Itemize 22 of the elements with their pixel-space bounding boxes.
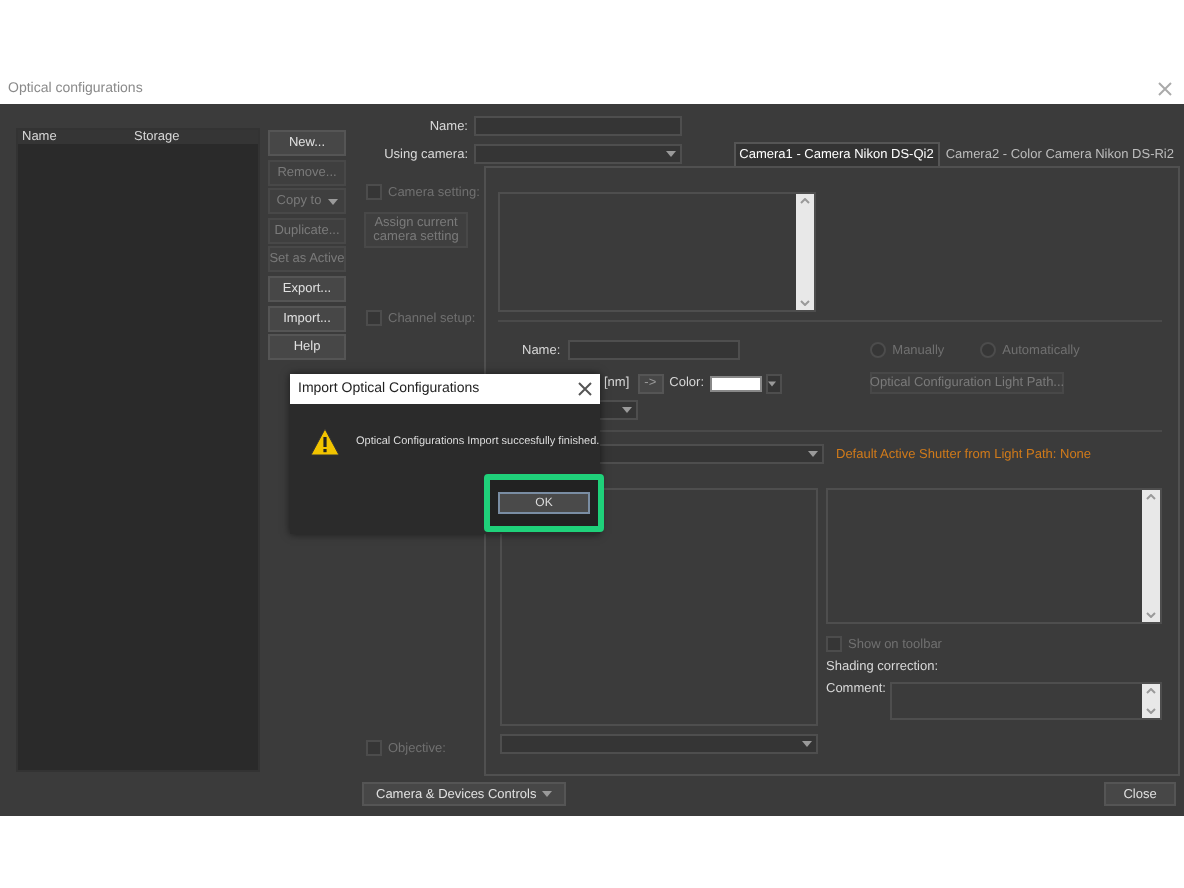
objective-dropdown[interactable] (500, 734, 818, 754)
caret-icon (622, 406, 632, 414)
caret-icon (666, 150, 676, 158)
caret-icon (768, 379, 776, 387)
scrollbar[interactable] (1142, 490, 1160, 622)
warning-icon (310, 428, 340, 456)
caret-icon (327, 197, 338, 206)
caret-icon (802, 740, 812, 748)
caret-icon (542, 790, 553, 798)
name-field[interactable] (474, 116, 682, 136)
color-swatch[interactable] (710, 375, 762, 391)
camera-dropdown[interactable] (474, 144, 682, 164)
channel-name-field[interactable] (568, 340, 741, 360)
color-dropdown[interactable] (766, 373, 782, 393)
close-icon (1158, 81, 1172, 95)
close-icon (578, 382, 592, 396)
scrollbar[interactable] (1142, 684, 1160, 718)
scrollbar[interactable] (796, 194, 814, 310)
list-box[interactable] (826, 488, 1162, 624)
caret-icon (808, 450, 818, 458)
camera-settings-list[interactable] (498, 192, 816, 312)
comment-field[interactable] (889, 682, 1162, 720)
